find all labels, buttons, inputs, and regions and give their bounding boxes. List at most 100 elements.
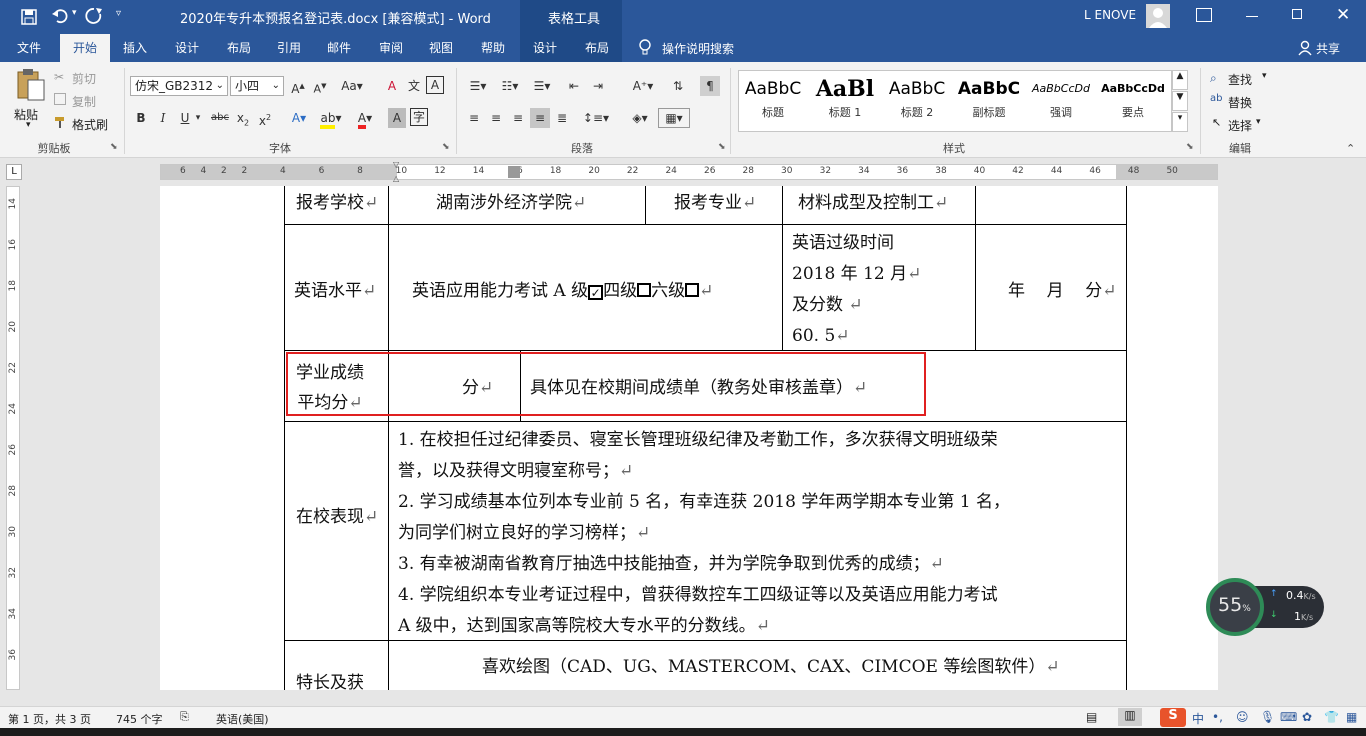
cell-english-label[interactable]: 英语水平↵ bbox=[294, 276, 376, 307]
align-right-icon[interactable]: ≡ bbox=[508, 108, 528, 128]
cut-button[interactable]: 剪切 bbox=[72, 70, 96, 87]
cell-skills-value[interactable]: 喜欢绘图（CAD、UG、MASTERCOM、CAX、CIMCOE 等绘图软件）↵ bbox=[482, 652, 1060, 683]
cell-date-score[interactable]: 年 月 分↵ bbox=[1008, 276, 1116, 307]
user-name[interactable]: L ENOVE bbox=[1084, 8, 1136, 22]
underline-icon[interactable]: U bbox=[176, 108, 194, 128]
decrease-indent-icon[interactable]: ⇤ bbox=[564, 76, 584, 96]
font-name-combo[interactable]: 仿宋_GB2312 ⌄ bbox=[130, 76, 228, 96]
word-count[interactable]: 745 个字 bbox=[116, 711, 163, 727]
text-effects-icon[interactable]: A▾ bbox=[286, 108, 312, 128]
superscript-icon[interactable]: x2 bbox=[256, 108, 274, 128]
copy-icon[interactable] bbox=[54, 93, 66, 105]
styles-scroll-up-icon[interactable]: ▲ bbox=[1172, 70, 1188, 90]
align-center-icon[interactable]: ≡ bbox=[486, 108, 506, 128]
paragraph-launcher-icon[interactable]: ⬊ bbox=[718, 142, 726, 152]
unchecked-box-icon[interactable] bbox=[685, 283, 700, 297]
sort-icon[interactable]: ⇅ bbox=[668, 76, 688, 96]
replace-icon[interactable]: ab bbox=[1210, 93, 1222, 104]
borders-icon[interactable]: ▦▾ bbox=[658, 108, 690, 128]
strikethrough-icon[interactable]: abc bbox=[208, 108, 232, 128]
select-icon[interactable]: ↖ bbox=[1212, 116, 1221, 129]
multilevel-list-icon[interactable]: ☰▾ bbox=[528, 76, 556, 96]
select-dropdown-icon[interactable]: ▾ bbox=[1256, 117, 1261, 127]
ime-menu-icon[interactable]: ▦ bbox=[1346, 710, 1357, 724]
subscript-icon[interactable]: x2 bbox=[234, 108, 252, 128]
ime-voice-icon[interactable]: 🎙 bbox=[1260, 710, 1275, 724]
tab-references[interactable]: 引用 bbox=[268, 34, 310, 62]
find-icon[interactable]: ⌕ bbox=[1210, 71, 1217, 86]
distributed-icon[interactable]: ≣ bbox=[552, 108, 572, 128]
font-size-combo[interactable]: 小四 ⌄ bbox=[230, 76, 284, 96]
paste-dropdown-icon[interactable]: ▾ bbox=[26, 120, 31, 130]
cut-icon[interactable]: ✂ bbox=[54, 70, 64, 84]
unchecked-box-icon[interactable] bbox=[637, 283, 652, 297]
share-icon[interactable] bbox=[1298, 40, 1312, 56]
customize-toolbar-icon[interactable]: ▿ bbox=[116, 8, 121, 19]
italic-icon[interactable]: I bbox=[154, 108, 172, 128]
checked-box-icon[interactable]: ✓ bbox=[588, 285, 604, 300]
align-left-icon[interactable]: ≡ bbox=[464, 108, 484, 128]
first-line-indent-marker[interactable]: ▽ bbox=[393, 160, 399, 169]
table-column-marker[interactable] bbox=[508, 166, 520, 178]
select-button[interactable]: 选择 bbox=[1228, 117, 1252, 134]
enclose-character-icon[interactable]: A bbox=[426, 76, 444, 94]
cell-major-label[interactable]: 报考专业↵ bbox=[674, 188, 756, 219]
cell-school-value[interactable]: 湖南涉外经济学院↵ bbox=[436, 188, 586, 219]
format-painter-icon[interactable] bbox=[54, 116, 66, 128]
line-spacing-icon[interactable]: ↕≡▾ bbox=[582, 108, 610, 128]
cell-performance-label[interactable]: 在校表现↵ bbox=[296, 502, 378, 533]
show-formatting-marks-icon[interactable]: ¶ bbox=[700, 76, 720, 96]
tab-review[interactable]: 审阅 bbox=[370, 34, 412, 62]
document-page[interactable]: 报考学校↵ 湖南涉外经济学院↵ 报考专业↵ 材料成型及控制工↵ 英语水平↵ 英语… bbox=[160, 186, 1218, 690]
horizontal-ruler[interactable]: L 64224681012141618202224262830323436384… bbox=[0, 158, 1366, 186]
styles-scroll-down-icon[interactable]: ▼ bbox=[1172, 91, 1188, 111]
document-table[interactable]: 报考学校↵ 湖南涉外经济学院↵ 报考专业↵ 材料成型及控制工↵ 英语水平↵ 英语… bbox=[160, 186, 1218, 690]
numbering-icon[interactable]: ☷▾ bbox=[496, 76, 524, 96]
font-launcher-icon[interactable]: ⬊ bbox=[442, 142, 450, 152]
restore-icon[interactable] bbox=[1292, 9, 1302, 19]
tab-table-layout[interactable]: 布局 bbox=[576, 34, 618, 62]
redo-icon[interactable] bbox=[84, 6, 104, 26]
find-button[interactable]: 查找 bbox=[1228, 71, 1252, 88]
tab-help[interactable]: 帮助 bbox=[472, 34, 514, 62]
style-title[interactable]: AaBbC 标题 bbox=[738, 72, 808, 130]
network-speed-widget[interactable]: 55% ↑ 0.4K/s ↓ 1K/s bbox=[1206, 578, 1324, 636]
tab-design[interactable]: 设计 bbox=[166, 34, 208, 62]
tab-file[interactable]: 文件 bbox=[8, 34, 50, 62]
character-border-icon[interactable]: 字 bbox=[410, 108, 428, 126]
cell-skills-label[interactable]: 特长及获 bbox=[296, 668, 364, 690]
style-strong[interactable]: AaBbCcDd 要点 bbox=[1098, 72, 1168, 130]
tab-layout[interactable]: 布局 bbox=[218, 34, 260, 62]
ime-keyboard-icon[interactable]: ⌨ bbox=[1280, 710, 1297, 724]
share-button[interactable]: 共享 bbox=[1316, 40, 1340, 57]
underline-dropdown-icon[interactable]: ▾ bbox=[194, 108, 202, 128]
style-emphasis[interactable]: AaBbCcDd 强调 bbox=[1026, 72, 1096, 130]
copy-button[interactable]: 复制 bbox=[72, 93, 96, 110]
proofing-icon[interactable]: ⎘ bbox=[180, 710, 189, 724]
ime-chinese-icon[interactable]: 中 bbox=[1192, 710, 1204, 727]
styles-launcher-icon[interactable]: ⬊ bbox=[1186, 142, 1194, 152]
ime-clothes-icon[interactable]: 👕 bbox=[1324, 710, 1339, 724]
style-heading-2[interactable]: AaBbC 标题 2 bbox=[882, 72, 952, 130]
style-subtitle[interactable]: AaBbC 副标题 bbox=[954, 72, 1024, 130]
ime-punctuation-icon[interactable]: •, bbox=[1212, 710, 1223, 724]
bold-icon[interactable]: B bbox=[132, 108, 150, 128]
ime-logo-icon[interactable]: S bbox=[1160, 708, 1186, 727]
minimize-icon[interactable] bbox=[1246, 16, 1258, 17]
phonetic-guide-icon[interactable]: 文 bbox=[404, 76, 424, 96]
paste-icon[interactable] bbox=[14, 68, 46, 104]
tab-view[interactable]: 视图 bbox=[420, 34, 462, 62]
ime-emoji-icon[interactable]: ☺ bbox=[1236, 710, 1249, 724]
cell-school-label[interactable]: 报考学校↵ bbox=[296, 188, 378, 219]
language[interactable]: 英语(美国) bbox=[216, 711, 269, 727]
collapse-ribbon-icon[interactable]: ⌃ bbox=[1346, 142, 1355, 155]
tab-home[interactable]: 开始 bbox=[60, 34, 110, 62]
clipboard-launcher-icon[interactable]: ⬊ bbox=[110, 142, 118, 152]
cell-english-date[interactable]: 英语过级时间 2018 年 12 月↵ 及分数 ↵ 60. 5↵ bbox=[792, 228, 921, 352]
vertical-ruler[interactable]: 14 16 18 20 22 24 26 28 30 32 34 36 bbox=[0, 186, 24, 690]
character-shading-icon[interactable]: A bbox=[388, 108, 406, 128]
cell-english-value[interactable]: 英语应用能力考试 A 级 ✓ 四级 六级 ↵ bbox=[412, 276, 713, 307]
grow-font-icon[interactable]: A▲ bbox=[288, 76, 308, 96]
ime-skin-icon[interactable]: ✿ bbox=[1302, 710, 1312, 724]
change-case-icon[interactable]: Aa▾ bbox=[338, 76, 366, 96]
